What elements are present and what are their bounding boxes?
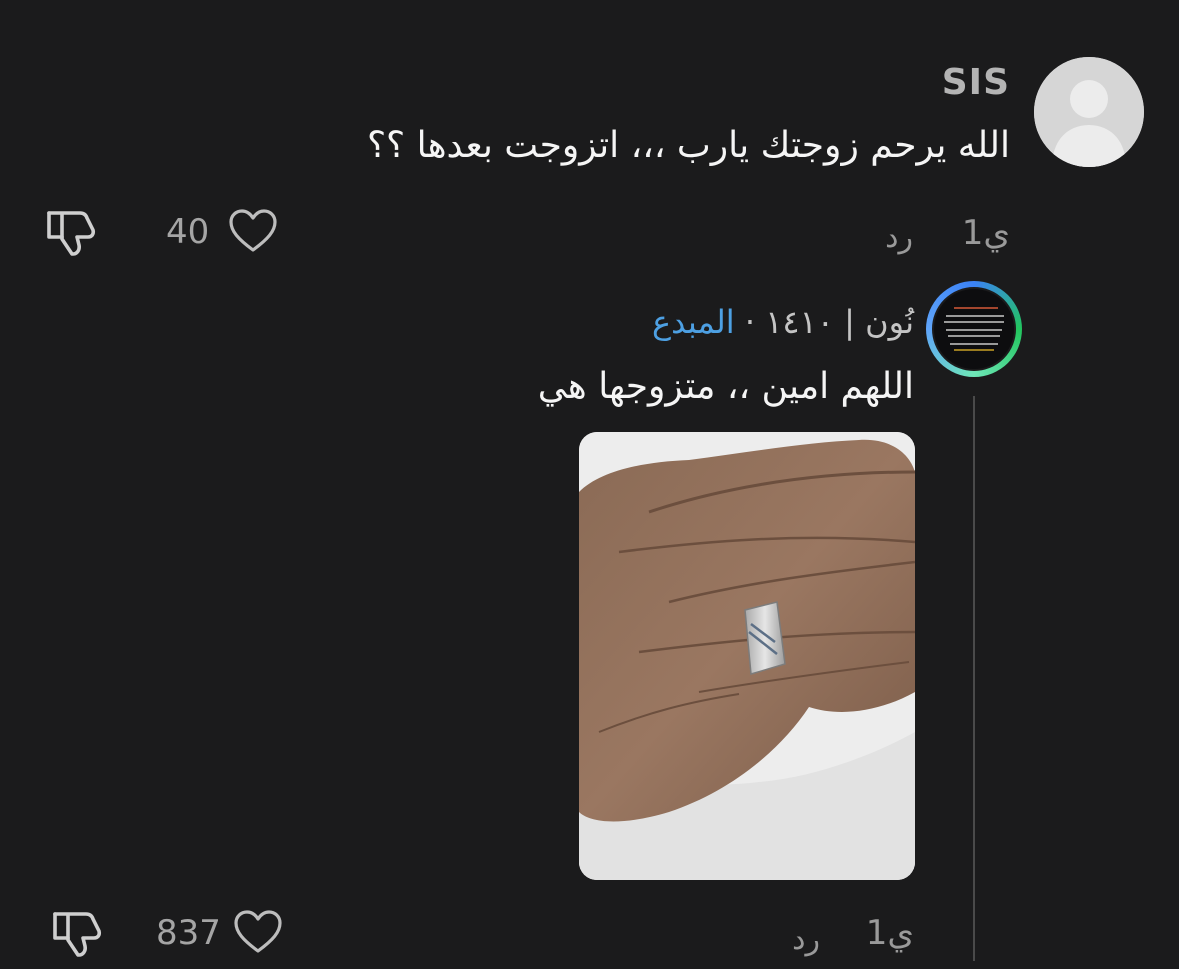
- reply-reply-button[interactable]: رد: [792, 922, 820, 957]
- comment-reply-button[interactable]: رد: [885, 220, 913, 255]
- heart-icon[interactable]: [228, 208, 278, 254]
- heart-icon[interactable]: [233, 909, 283, 955]
- thread-line: [973, 396, 975, 961]
- replier-badge: المبدع: [651, 303, 735, 341]
- reply-text: اللهم امين ،، متزوجها هي: [537, 366, 914, 407]
- comments-screen: SIS الله يرحم زوجتك يارب ،،، اتزوجت بعده…: [0, 0, 1179, 969]
- comment-like-count: 40: [166, 212, 210, 252]
- reply-photo[interactable]: [579, 432, 915, 880]
- commenter-username[interactable]: SIS: [942, 62, 1010, 103]
- commenter-avatar[interactable]: [1034, 57, 1144, 167]
- thumbs-down-icon[interactable]: [50, 907, 104, 959]
- default-avatar-icon: [1034, 57, 1144, 167]
- reply-like-count: 837: [156, 913, 221, 953]
- replier-name[interactable]: نُون | ١٤١٠ ·: [745, 303, 914, 341]
- comment-text: الله يرحم زوجتك يارب ،،، اتزوجت بعدها ؟؟: [366, 125, 1010, 166]
- thumbs-down-icon[interactable]: [44, 206, 98, 258]
- replier-avatar[interactable]: [926, 281, 1022, 377]
- reply-timestamp: 1ي: [865, 913, 914, 953]
- replier-avatar-image: [932, 287, 1016, 371]
- replier-header[interactable]: نُون | ١٤١٠ · المبدع: [652, 303, 914, 341]
- comment-timestamp: 1ي: [961, 213, 1010, 253]
- hand-with-ring-photo: [579, 432, 915, 880]
